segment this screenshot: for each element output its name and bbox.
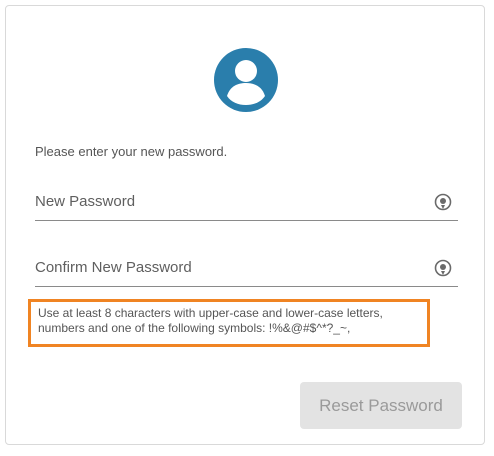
reset-password-button[interactable]: Reset Password [300,382,462,429]
reset-password-card: Please enter your new password. Use at l… [5,5,485,445]
hint-line: numbers and one of the following symbols… [38,321,351,335]
new-password-input[interactable] [35,188,415,214]
instruction-text: Please enter your new password. [35,144,228,159]
confirm-password-field [35,250,458,287]
show-password-icon[interactable] [434,259,452,277]
new-password-field [35,184,458,221]
password-requirements-hint: Use at least 8 characters with upper-cas… [28,299,430,347]
hint-line: Use at least 8 characters with upper-cas… [38,306,383,320]
show-password-icon[interactable] [434,193,452,211]
confirm-password-input[interactable] [35,254,415,280]
user-avatar-icon [214,48,278,112]
